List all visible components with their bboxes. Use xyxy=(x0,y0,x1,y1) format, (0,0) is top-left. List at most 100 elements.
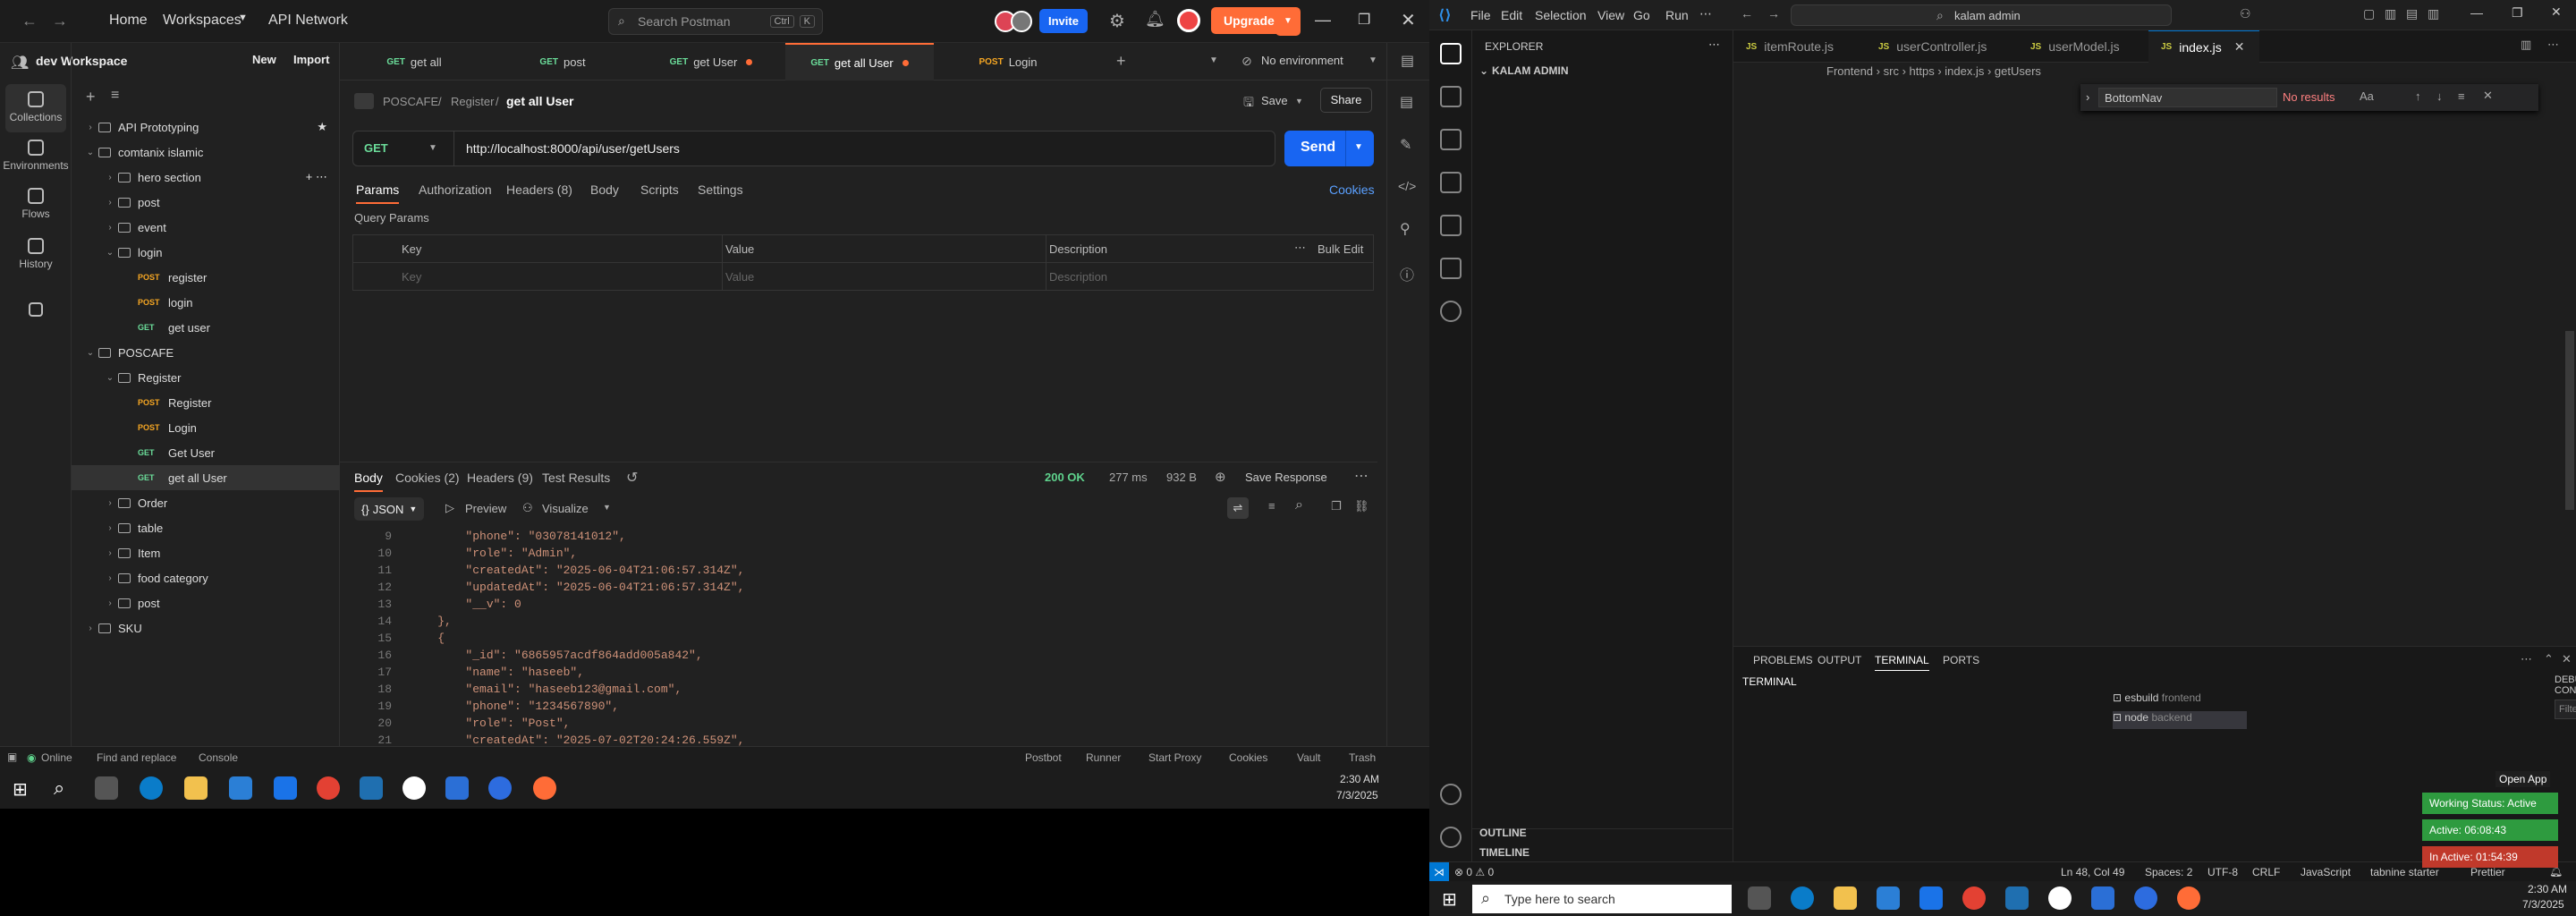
more-icon[interactable]: ⋯ xyxy=(1354,467,1368,485)
tab-get-user[interactable]: GET get User xyxy=(637,43,785,81)
cookies-button[interactable]: Cookies xyxy=(1229,751,1267,764)
chevron-right-icon[interactable]: › xyxy=(82,623,98,633)
file-explorer-icon[interactable] xyxy=(1834,886,1857,910)
send-button[interactable]: Send ▼ xyxy=(1284,131,1374,166)
related-icon[interactable]: ⚲ xyxy=(1400,220,1411,238)
scrollbar[interactable] xyxy=(2563,63,2576,644)
bell-icon[interactable]: 🔔︎ xyxy=(1145,10,1165,29)
online-status[interactable]: Online xyxy=(41,751,72,764)
tab-terminal[interactable]: TERMINAL xyxy=(1875,654,1929,671)
breadcrumb-item[interactable]: src xyxy=(1884,64,1899,78)
chevron-down-icon[interactable]: ⌄ xyxy=(102,373,118,383)
tree-item[interactable]: POST login xyxy=(72,290,340,315)
next-match-icon[interactable]: ↓ xyxy=(2436,89,2443,103)
chevron-down-icon[interactable]: ▼ xyxy=(1354,142,1363,152)
forward-arrow-icon[interactable]: → xyxy=(52,12,68,30)
mail-icon[interactable] xyxy=(1919,886,1943,910)
chrome-icon[interactable] xyxy=(317,776,340,800)
postbot-button[interactable]: Postbot xyxy=(1025,751,1062,764)
save-button[interactable]: Save xyxy=(1261,94,1288,107)
cursor-position[interactable]: Ln 48, Col 49 xyxy=(2061,866,2124,878)
forward-arrow-icon[interactable]: → xyxy=(1767,6,1780,21)
api-network-link[interactable]: API Network xyxy=(268,13,348,29)
chevron-right-icon[interactable]: › xyxy=(82,123,98,132)
home-link[interactable]: Home xyxy=(109,13,148,29)
runner-button[interactable]: Runner xyxy=(1086,751,1121,764)
app-icon[interactable] xyxy=(2048,886,2072,910)
outline-section[interactable]: OUTLINE xyxy=(1479,827,1527,839)
close-icon[interactable]: ✕ xyxy=(2234,39,2245,55)
chevron-down-icon[interactable]: ⌄ xyxy=(82,348,98,358)
key-input[interactable]: Key xyxy=(402,270,421,284)
tree-item[interactable]: › table xyxy=(72,515,340,540)
resp-tab-tests[interactable]: Test Results xyxy=(542,471,610,485)
tab-params[interactable]: Params xyxy=(356,182,400,204)
tabs-dropdown-icon[interactable]: ▼ xyxy=(1209,55,1218,65)
edge-icon[interactable] xyxy=(1791,886,1814,910)
chevron-right-icon[interactable]: › xyxy=(102,173,118,182)
source-control-icon[interactable] xyxy=(1440,129,1462,150)
gear-icon[interactable]: ⚙ xyxy=(1109,10,1125,32)
app-icon[interactable] xyxy=(402,776,426,800)
taskbar-search-input[interactable]: Type here to search xyxy=(1472,885,1732,913)
chrome-icon[interactable] xyxy=(1962,886,1986,910)
star-icon[interactable]: ★ xyxy=(317,120,327,134)
menu-selection[interactable]: Selection xyxy=(1535,8,1587,22)
tab-post[interactable]: GET post xyxy=(488,43,637,81)
visualize-button[interactable]: Visualize xyxy=(542,502,589,515)
more-icon[interactable]: ⋯ xyxy=(1294,241,1306,255)
prettier-status[interactable]: Prettier xyxy=(2470,866,2505,878)
run-debug-icon[interactable] xyxy=(1440,172,1462,193)
tab-body[interactable]: Body xyxy=(590,182,619,197)
environment-select[interactable]: No environment xyxy=(1261,54,1343,67)
add-icon[interactable]: + xyxy=(86,88,96,106)
copilot-icon[interactable]: ⚇ xyxy=(2240,6,2251,21)
encoding[interactable]: UTF-8 xyxy=(2207,866,2238,878)
menu-view[interactable]: View xyxy=(1597,8,1624,22)
description-input[interactable]: Description xyxy=(1049,270,1107,284)
avatar-group[interactable] xyxy=(995,11,1032,32)
start-proxy-button[interactable]: Start Proxy xyxy=(1148,751,1201,764)
resp-tab-cookies[interactable]: Cookies (2) xyxy=(395,471,460,485)
edge-icon[interactable] xyxy=(140,776,163,800)
open-app-button[interactable]: Open App xyxy=(2496,771,2551,787)
manage-gear-icon[interactable] xyxy=(1440,827,1462,848)
resp-tab-body[interactable]: Body xyxy=(354,471,383,492)
app-icon[interactable] xyxy=(2005,886,2029,910)
tab-login[interactable]: POST Login xyxy=(934,43,1082,81)
chevron-right-icon[interactable]: › xyxy=(102,498,118,508)
breadcrumb-folder[interactable]: Register xyxy=(451,95,494,108)
filter-icon[interactable]: ≡ xyxy=(1268,499,1275,513)
remote-icon[interactable] xyxy=(1440,258,1462,279)
tree-item[interactable]: › hero section + ⋯ xyxy=(72,165,340,190)
breadcrumb-item[interactable]: index.js xyxy=(1945,64,1984,78)
chevron-right-icon[interactable]: › xyxy=(102,598,118,608)
tree-item[interactable]: ⌄ login xyxy=(72,240,340,265)
find-in-selection-icon[interactable]: ≡ xyxy=(2458,89,2465,103)
tab-usermodel[interactable]: JS userModel.js xyxy=(2018,30,2148,63)
back-arrow-icon[interactable]: ← xyxy=(1741,6,1753,21)
tab-authorization[interactable]: Authorization xyxy=(419,182,492,197)
tree-item[interactable]: POST Login xyxy=(72,415,340,440)
upgrade-dropdown-icon[interactable]: ▼ xyxy=(1275,7,1301,36)
store-icon[interactable] xyxy=(229,776,252,800)
mongodb-icon[interactable] xyxy=(1440,301,1462,322)
tree-item[interactable]: POST Register xyxy=(72,390,340,415)
history-icon[interactable]: ↺ xyxy=(626,469,638,487)
menu-go[interactable]: Go xyxy=(1633,8,1650,22)
tab-get-all-user[interactable]: GET get all User xyxy=(785,43,934,81)
tree-item[interactable]: › event xyxy=(72,215,340,240)
tree-item[interactable]: › post xyxy=(72,190,340,215)
workspace-root[interactable]: KALAM ADMIN xyxy=(1492,64,1569,77)
chevron-down-icon[interactable]: ⌄ xyxy=(82,148,98,157)
task-view-icon[interactable] xyxy=(95,776,118,800)
minimize-icon[interactable]: — xyxy=(1315,11,1331,30)
tab-get-all[interactable]: GET get all xyxy=(340,43,488,81)
sidebar-toggle-icon[interactable]: ▥ xyxy=(2385,6,2396,21)
method-select[interactable]: GET xyxy=(364,141,388,155)
zoom-icon[interactable] xyxy=(488,776,512,800)
tree-item[interactable]: › API Prototyping ★ xyxy=(72,114,340,140)
breadcrumb-item[interactable]: https xyxy=(1910,64,1935,78)
explorer-icon[interactable] xyxy=(1440,43,1462,64)
share-button[interactable]: Share xyxy=(1320,88,1372,113)
